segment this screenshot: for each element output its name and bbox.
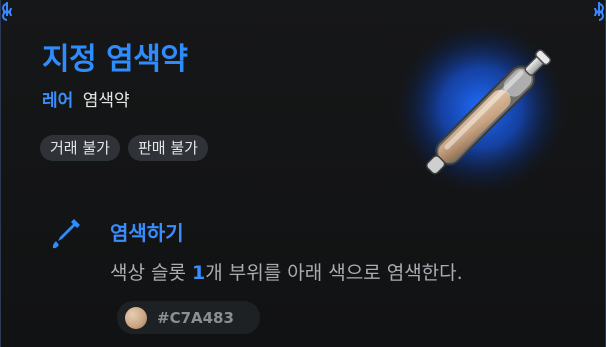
tag-no-sell: 판매 불가 [127, 135, 208, 161]
effect-title: 염색하기 [110, 221, 184, 245]
effect-desc-prefix: 색상 슬롯 [110, 262, 192, 284]
dye-dropper-icon [52, 219, 80, 249]
corner-ornament-icon [2, 2, 12, 21]
color-swatch [125, 306, 147, 329]
item-type: 염색약 [82, 91, 130, 111]
effect-desc-suffix: 개 부위를 아래 색으로 염색한다. [205, 262, 463, 284]
effect-slot-count: 1 [192, 262, 206, 284]
item-subtitle: 레어 염색약 [42, 86, 130, 111]
tag-no-trade: 거래 불가 [40, 135, 120, 161]
item-tooltip-panel: 지정 염색약 레어 염색약 거래 불가 판매 불가 염색하기 색상 슬롯 1개 … [0, 0, 606, 347]
item-name: 지정 염색약 [42, 42, 188, 77]
item-tags: 거래 불가 판매 불가 [40, 135, 208, 161]
color-hex: #C7A483 [157, 308, 234, 327]
effect-description: 색상 슬롯 1개 부위를 아래 색으로 염색한다. [110, 258, 463, 285]
dye-vial-icon [391, 20, 571, 198]
item-rarity: 레어 [42, 91, 74, 111]
dye-color-chip: #C7A483 [117, 301, 260, 334]
